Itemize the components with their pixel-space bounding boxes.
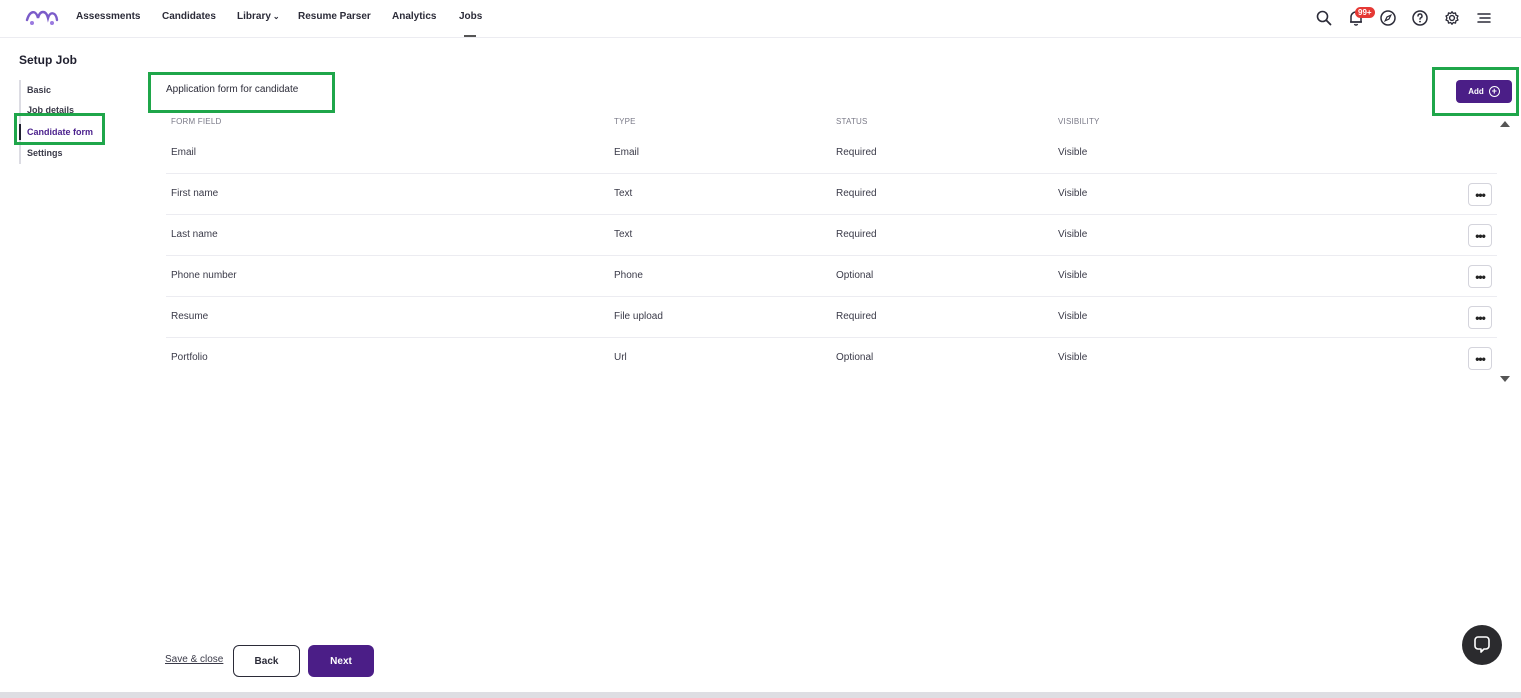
sidebar-rail [19, 80, 21, 164]
cell-status: Optional [836, 352, 874, 363]
cell-status: Required [836, 229, 877, 240]
table-row: Last name Text Required Visible ••• [166, 215, 1497, 256]
brand-logo[interactable] [24, 6, 60, 28]
cell-visibility: Visible [1058, 270, 1088, 281]
column-header-status: STATUS [836, 117, 868, 126]
sidebar-item-settings[interactable]: Settings [27, 148, 63, 158]
nav-candidates[interactable]: Candidates [162, 11, 216, 22]
back-button[interactable]: Back [233, 645, 300, 677]
nav-resume-parser[interactable]: Resume Parser [298, 11, 371, 22]
more-horizontal-icon: ••• [1475, 187, 1486, 202]
cell-form-field: Last name [171, 229, 218, 240]
cell-type: Email [614, 147, 640, 158]
cell-status: Required [836, 188, 877, 199]
form-title: Application form for candidate [166, 84, 299, 95]
cell-type: File upload [614, 311, 663, 322]
scroll-down-arrow-icon[interactable] [1500, 376, 1510, 382]
search-icon[interactable] [1315, 9, 1333, 27]
cell-type: Text [614, 229, 633, 240]
cell-visibility: Visible [1058, 188, 1088, 199]
add-button-label: Add [1468, 87, 1484, 96]
row-more-options-button[interactable]: ••• [1468, 306, 1492, 329]
nav-active-indicator [464, 35, 476, 37]
gear-icon[interactable] [1443, 9, 1461, 27]
notification-badge: 99+ [1355, 7, 1375, 18]
sidebar-item-basic[interactable]: Basic [27, 85, 51, 95]
cell-form-field: Portfolio [171, 352, 208, 363]
nav-jobs[interactable]: Jobs [459, 11, 482, 22]
sidebar-active-indicator [19, 124, 21, 140]
cell-type: Url [614, 352, 627, 363]
table-row: First name Text Required Visible ••• [166, 174, 1497, 215]
column-header-type: TYPE [614, 117, 636, 126]
more-horizontal-icon: ••• [1475, 310, 1486, 325]
row-more-options-button[interactable]: ••• [1468, 265, 1492, 288]
cell-status: Optional [836, 270, 874, 281]
menu-icon[interactable] [1475, 9, 1493, 27]
top-navigation: Assessments Candidates Library ⌄ Resume P… [0, 0, 1521, 38]
more-horizontal-icon: ••• [1475, 228, 1486, 243]
row-more-options-button[interactable]: ••• [1468, 183, 1492, 206]
help-icon[interactable] [1411, 9, 1429, 27]
column-header-form-field: FORM FIELD [171, 117, 222, 126]
cell-visibility: Visible [1058, 352, 1088, 363]
more-horizontal-icon: ••• [1475, 269, 1486, 284]
chat-support-button[interactable] [1462, 625, 1502, 665]
column-header-visibility: VISIBILITY [1058, 117, 1100, 126]
cell-type: Phone [614, 270, 643, 281]
table-row: Portfolio Url Optional Visible ••• [166, 338, 1497, 379]
row-more-options-button[interactable]: ••• [1468, 347, 1492, 370]
cell-status: Required [836, 147, 877, 158]
cell-form-field: Phone number [171, 270, 237, 281]
cell-visibility: Visible [1058, 311, 1088, 322]
cell-form-field: Resume [171, 311, 209, 322]
add-button[interactable]: Add + [1456, 80, 1512, 103]
nav-analytics[interactable]: Analytics [392, 11, 436, 22]
row-more-options-button[interactable]: ••• [1468, 224, 1492, 247]
nav-library[interactable]: Library ⌄ [237, 11, 280, 22]
bottom-scrollbar[interactable] [0, 692, 1521, 698]
chevron-down-icon: ⌄ [272, 12, 280, 21]
more-horizontal-icon: ••• [1475, 351, 1486, 366]
cell-status: Required [836, 311, 877, 322]
scroll-up-arrow-icon[interactable] [1500, 121, 1510, 127]
chat-bubble-icon [1474, 636, 1490, 653]
next-button[interactable]: Next [308, 645, 374, 677]
nav-assessments[interactable]: Assessments [76, 11, 140, 22]
save-and-close-link[interactable]: Save & close [165, 654, 223, 665]
cell-form-field: Email [171, 147, 197, 158]
cell-form-field: First name [171, 188, 219, 199]
cell-visibility: Visible [1058, 229, 1088, 240]
sidebar-item-candidate-form[interactable]: Candidate form [27, 127, 93, 137]
table-row: Resume File upload Required Visible ••• [166, 297, 1497, 338]
nav-library-label: Library [237, 11, 271, 22]
plus-circle-icon: + [1488, 86, 1500, 97]
cell-type: Text [614, 188, 633, 199]
page-title: Setup Job [19, 53, 78, 67]
table-row: Email Email Required Visible [166, 133, 1497, 174]
table-row: Phone number Phone Optional Visible ••• [166, 256, 1497, 297]
compass-icon[interactable] [1379, 9, 1397, 27]
cell-visibility: Visible [1058, 147, 1088, 158]
sidebar-item-job-details[interactable]: Job details [27, 105, 74, 115]
